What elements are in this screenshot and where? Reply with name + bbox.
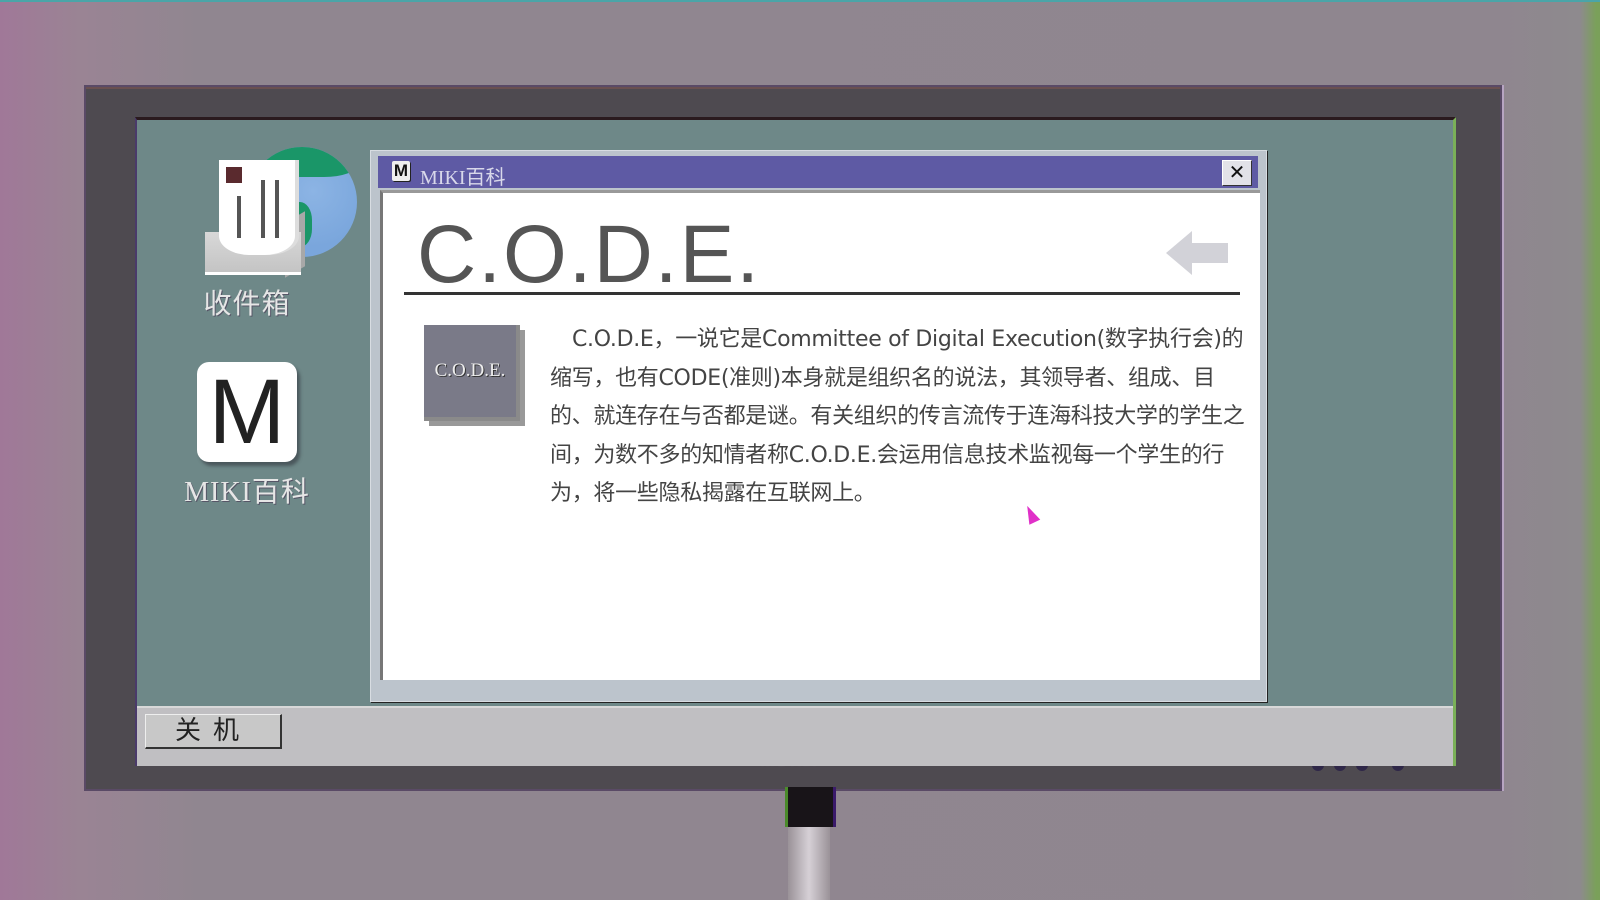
- close-button[interactable]: ✕: [1222, 160, 1252, 186]
- desktop-icon-label: 收件箱: [203, 289, 291, 320]
- inbox-icon: [167, 132, 357, 282]
- title-divider: [404, 292, 1240, 295]
- stamp: [226, 167, 242, 183]
- miki-app-icon: M: [197, 362, 297, 462]
- back-arrow-shape: [1166, 231, 1228, 275]
- article-content: C.O.D.E. C.O.D.E. C.O.D.E，一说它是Committee …: [380, 190, 1260, 680]
- letter-line: [275, 180, 279, 238]
- monitor-stand-pole: [788, 827, 830, 900]
- window-titlebar[interactable]: M MIKI百科 ✕: [378, 156, 1258, 189]
- desktop-screen: 收件箱 M MIKI百科 M MIKI百科 ✕ C.O.D.E. C.O.D.E…: [135, 117, 1456, 766]
- room-background: [0, 0, 1600, 2]
- page-title: C.O.D.E.: [417, 209, 762, 300]
- letter-line: [237, 196, 241, 238]
- letter-icon: [219, 160, 295, 255]
- letter-line: [261, 180, 265, 238]
- desktop-icon-miki[interactable]: M MIKI百科: [167, 362, 327, 510]
- desktop-icon-label: MIKI百科: [184, 477, 310, 508]
- monitor-stand-neck: [785, 787, 836, 827]
- desktop-icon-inbox[interactable]: 收件箱: [167, 132, 357, 322]
- article-thumbnail: C.O.D.E.: [424, 325, 520, 421]
- window-title: MIKI百科: [420, 167, 506, 189]
- back-arrow-icon[interactable]: [1166, 231, 1228, 275]
- taskbar: 关机: [137, 706, 1453, 766]
- shutdown-button[interactable]: 关机: [145, 714, 282, 749]
- miki-app-icon: M: [392, 161, 410, 181]
- miki-window: M MIKI百科 ✕ C.O.D.E. C.O.D.E. C.O.D.E，一说它…: [370, 150, 1267, 702]
- article-body: C.O.D.E，一说它是Committee of Digital Executi…: [550, 327, 1245, 506]
